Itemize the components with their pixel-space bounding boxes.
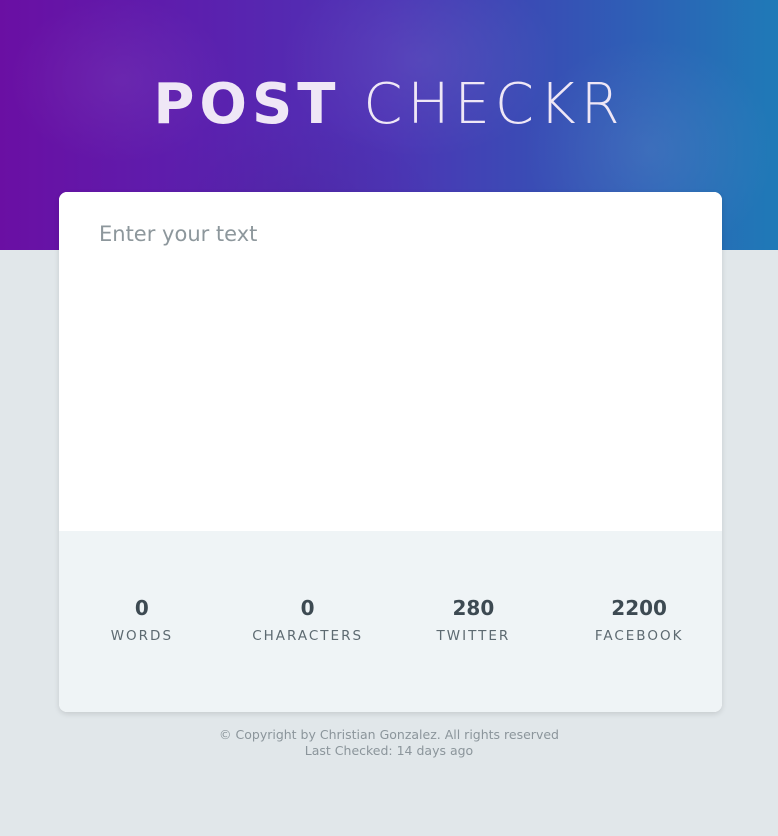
app-title: POST CHECKR	[0, 72, 778, 138]
stat-words: 0 WORDS	[59, 531, 225, 712]
text-input[interactable]	[59, 192, 722, 531]
stat-value: 280	[452, 596, 495, 620]
stat-value: 2200	[611, 596, 667, 620]
stat-label: CHARACTERS	[252, 628, 364, 644]
stats-panel: 0 WORDS 0 CHARACTERS 280 TWITTER 2200 FA…	[59, 531, 722, 712]
stat-twitter: 280 TWITTER	[391, 531, 557, 712]
stat-value: 0	[134, 596, 149, 620]
stat-value: 0	[300, 596, 315, 620]
checker-card: 0 WORDS 0 CHARACTERS 280 TWITTER 2200 FA…	[59, 192, 722, 712]
last-checked-text: Last Checked: 14 days ago	[304, 743, 474, 758]
stat-label: FACEBOOK	[594, 628, 684, 644]
app-title-light: CHECKR	[363, 72, 625, 137]
copyright-text: © Copyright by Christian Gonzalez. All r…	[219, 727, 559, 742]
footer: © Copyright by Christian Gonzalez. All r…	[0, 727, 778, 759]
stat-label: TWITTER	[436, 628, 511, 644]
stat-label: WORDS	[110, 628, 174, 644]
stat-facebook: 2200 FACEBOOK	[556, 531, 722, 712]
app-title-bold: POST	[153, 72, 341, 137]
stat-characters: 0 CHARACTERS	[225, 531, 391, 712]
